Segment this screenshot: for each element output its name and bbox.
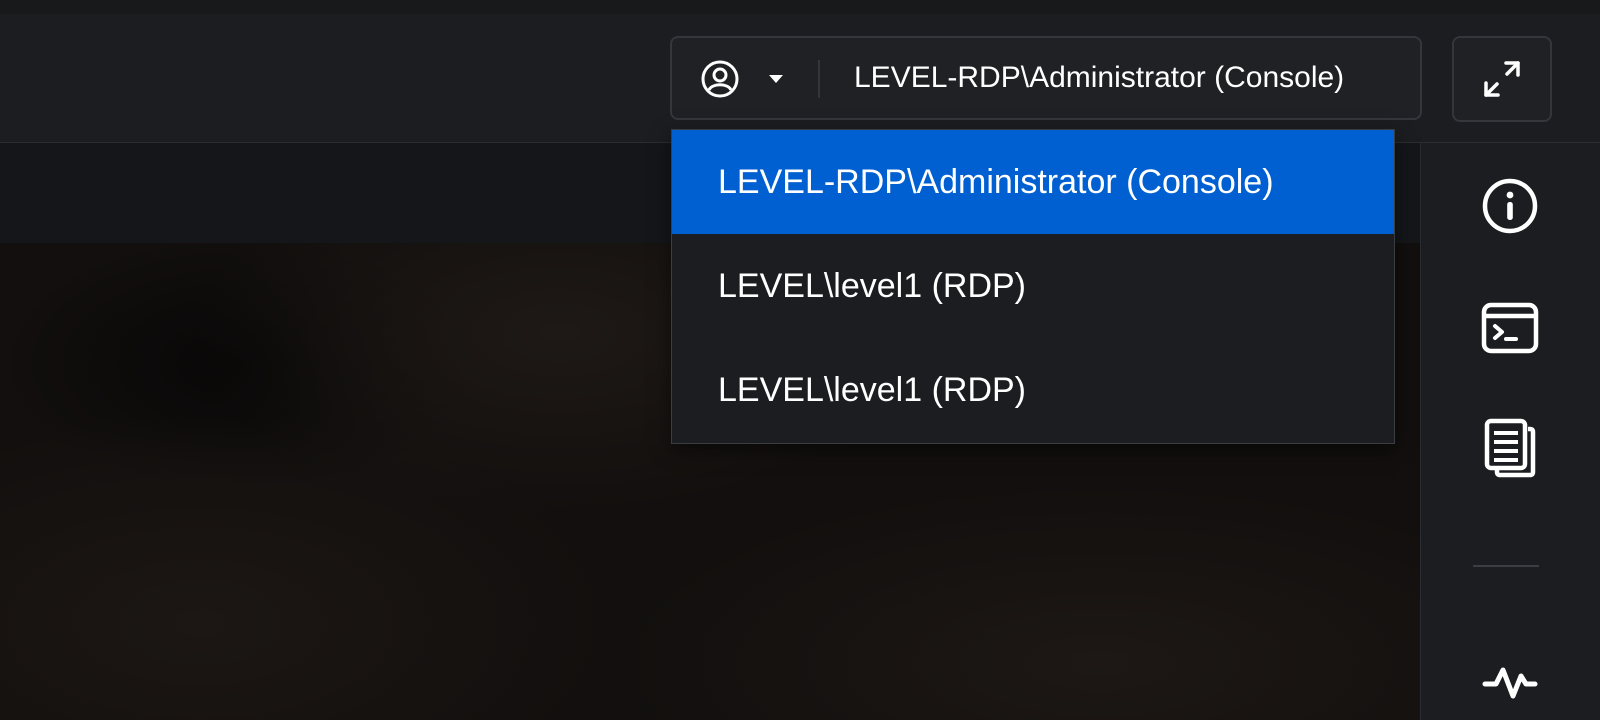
right-sidebar (1420, 143, 1600, 720)
expand-icon (1484, 61, 1520, 97)
session-option-administrator-console[interactable]: LEVEL-RDP\Administrator (Console) (672, 130, 1394, 234)
top-toolbar: LEVEL-RDP\Administrator (Console) (0, 0, 1600, 143)
terminal-button[interactable] (1477, 295, 1543, 361)
session-user-select[interactable]: LEVEL-RDP\Administrator (Console) (670, 36, 1422, 120)
select-separator (818, 60, 820, 98)
copy-button[interactable] (1477, 415, 1543, 481)
caret-down-icon (769, 75, 783, 83)
selected-session-value: LEVEL-RDP\Administrator (Console) (854, 61, 1345, 94)
fullscreen-button[interactable] (1452, 36, 1552, 122)
toolbar-top-strip (0, 0, 1600, 14)
info-button[interactable] (1477, 173, 1543, 239)
user-circle-icon (701, 60, 739, 98)
info-icon (1482, 178, 1538, 234)
remote-session-window: LEVEL-RDP\Administrator (Console) LEVEL-… (0, 0, 1600, 720)
activity-button[interactable] (1477, 649, 1543, 715)
activity-pulse-icon (1482, 667, 1538, 699)
session-dropdown-menu: LEVEL-RDP\Administrator (Console) LEVEL\… (671, 129, 1395, 444)
session-option-level1-rdp[interactable]: LEVEL\level1 (RDP) (672, 234, 1394, 338)
copy-documents-icon (1484, 418, 1536, 478)
sidebar-divider (1473, 565, 1539, 567)
session-option-level1-rdp-2[interactable]: LEVEL\level1 (RDP) (672, 338, 1394, 442)
terminal-icon (1481, 302, 1539, 354)
